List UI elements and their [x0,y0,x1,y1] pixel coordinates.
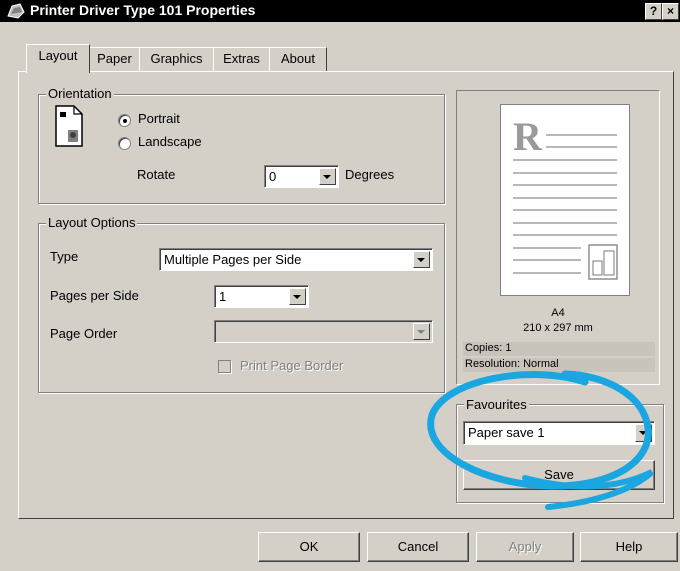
window-title: Printer Driver Type 101 Properties [30,2,256,18]
page-preview-sheet: R [500,104,630,296]
help-button[interactable]: Help [580,532,678,562]
pages-per-side-dropdown[interactable]: 1 [214,285,309,308]
orientation-group [38,94,445,204]
tab-about[interactable]: About [269,47,327,73]
portrait-radio-selected-dot [123,119,127,123]
page-order-dropdown[interactable] [214,320,433,343]
paper-dimensions: 210 x 297 mm [523,322,593,334]
rotate-label: Rotate [137,167,176,182]
portrait-radio[interactable] [118,114,131,127]
highlight-ellipse-annotation [427,370,655,510]
rotate-value: 0 [269,169,277,184]
type-value: Multiple Pages per Side [164,252,302,267]
tab-extras[interactable]: Extras [213,47,270,73]
preview-text-lines [513,134,618,280]
chevron-down-icon [293,295,301,299]
help-title-button[interactable]: ? [645,3,662,20]
print-page-border-checkbox[interactable] [218,360,231,373]
portrait-page-icon [50,104,86,148]
rotate-dropdown-button[interactable] [319,168,336,185]
title-bar[interactable]: Printer Driver Type 101 Properties ? × [0,0,680,22]
properties-dialog: Printer Driver Type 101 Properties ? × L… [0,0,680,571]
pages-per-side-value: 1 [219,289,227,304]
rotate-dropdown[interactable]: 0 [264,165,339,188]
type-label: Type [50,249,79,264]
page-order-dropdown-button[interactable] [413,323,430,340]
copies-bar: Copies: 1 [463,342,655,356]
type-dropdown[interactable]: Multiple Pages per Side [159,248,433,271]
tab-layout[interactable]: Layout [26,44,90,73]
portrait-label: Portrait [138,111,180,126]
tab-graphics[interactable]: Graphics [139,47,214,73]
paper-name: A4 [551,307,565,319]
pages-per-side-label: Pages per Side [50,288,139,303]
copies-text: Copies: 1 [465,342,512,354]
apply-button[interactable]: Apply [476,532,574,562]
degrees-label: Degrees [345,167,395,182]
chevron-down-icon [417,258,425,262]
tab-paper[interactable]: Paper [89,47,140,73]
close-title-button[interactable]: × [662,3,679,20]
orientation-legend: Orientation [46,86,114,101]
landscape-radio[interactable] [118,137,131,150]
pages-per-side-dropdown-button[interactable] [289,288,306,305]
page-order-label: Page Order [50,326,118,341]
cancel-button[interactable]: Cancel [367,532,469,562]
print-page-border-label: Print Page Border [240,358,344,373]
printer-icon [6,2,26,20]
chevron-down-icon [323,175,331,179]
type-dropdown-button[interactable] [413,251,430,268]
layout-options-legend: Layout Options [46,215,138,230]
chevron-down-icon [417,330,425,334]
landscape-label: Landscape [138,134,202,149]
ok-button[interactable]: OK [258,532,360,562]
